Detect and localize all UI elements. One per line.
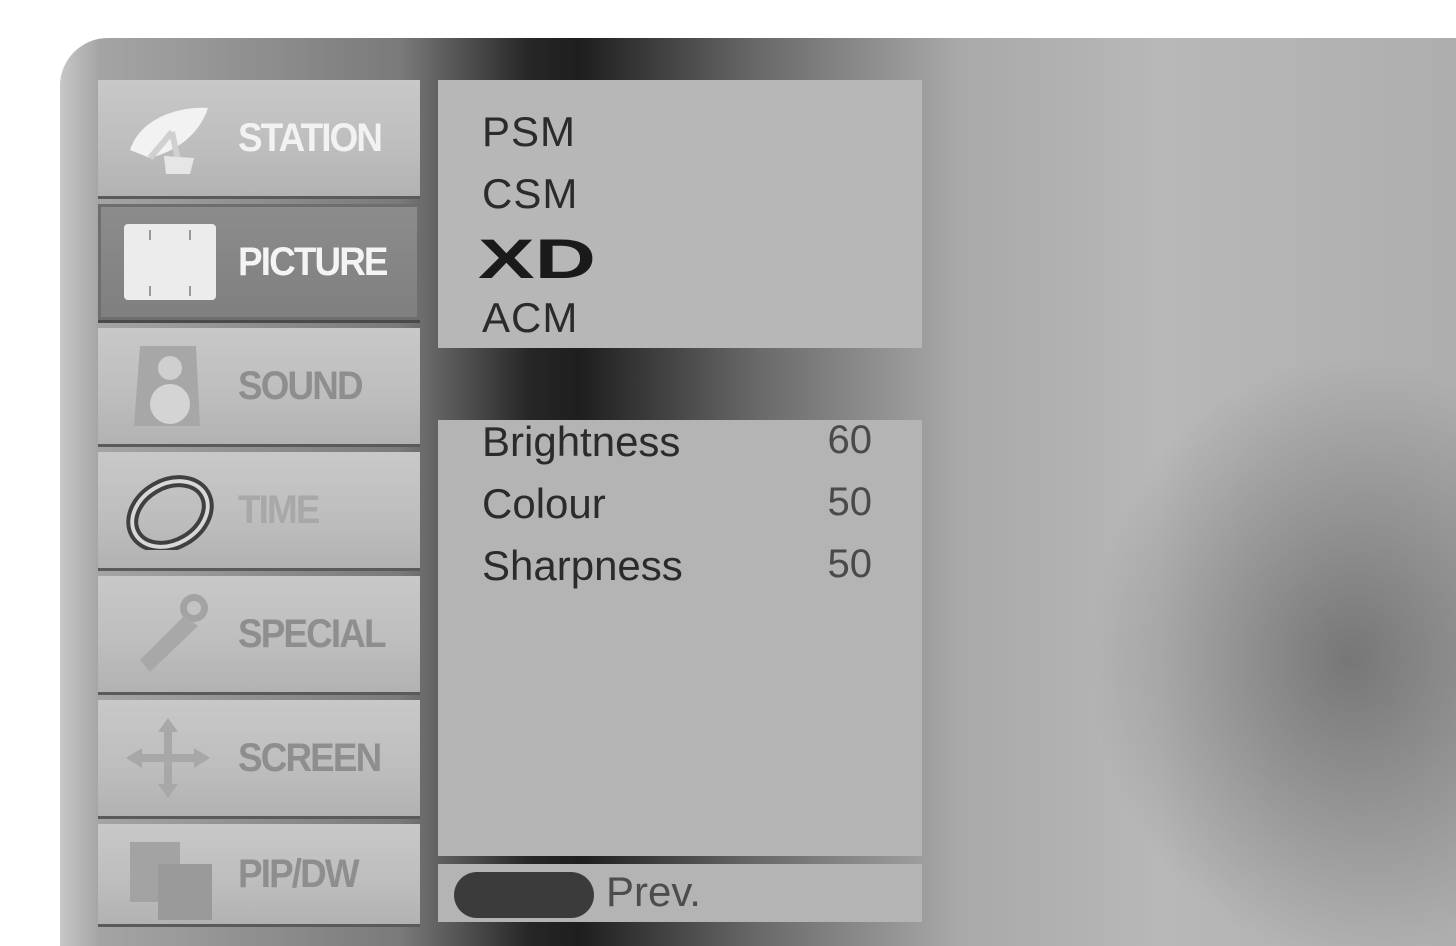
adjust-value: 50 [827,480,873,524]
clock-ring-icon [126,475,214,550]
satellite-dish-icon [130,107,208,174]
sidebar-item-picture[interactable]: PICTURE [98,204,420,320]
adjust-label: Sharpness [482,542,683,589]
adjust-label: Colour [482,480,606,527]
menu-option-csm[interactable]: CSM [482,170,578,218]
sidebar-item-label: SCREEN [238,736,382,780]
menu-option-xd[interactable]: XD [478,234,598,284]
pip-windows-icon [130,842,212,920]
sidebar-item-pip-dw[interactable]: PIP/DW [98,824,420,924]
sidebar-item-special[interactable]: SPECIAL [98,576,420,692]
move-arrows-icon [126,718,210,798]
tv-osd-menu: STATION PICTURE SOUND TIME SPECIAL SCREE… [60,38,1456,946]
adjust-label: Brightness [482,418,681,465]
sidebar-item-label: SOUND [238,364,364,408]
prev-label: Prev. [606,868,701,915]
menu-option-acm[interactable]: ACM [482,294,578,342]
adjust-value: 50 [827,542,873,586]
key-icon [140,594,208,672]
xd-logo-text: XD [478,234,596,284]
sidebar-item-label: SPECIAL [238,612,386,656]
adjust-row-sharpness[interactable]: Sharpness 50 [482,542,882,598]
sidebar-item-station[interactable]: STATION [98,80,420,196]
picture-submenu: PSM CSM XD ACM [438,80,922,348]
speaker-icon [134,346,200,426]
prev-button-icon[interactable] [454,872,594,918]
osd-frame-highlight [60,38,100,946]
adjust-value: 60 [827,418,873,462]
footer-bar: Prev. [438,864,922,922]
sidebar-item-sound[interactable]: SOUND [98,328,420,444]
menu-option-psm[interactable]: PSM [482,108,576,156]
sidebar-item-label: TIME [238,488,320,532]
sidebar-item-label: STATION [238,116,383,160]
adjustment-panel: Brightness 60 Colour 50 Sharpness 50 [438,418,922,856]
adjust-row-colour[interactable]: Colour 50 [482,480,882,536]
sidebar-item-label: PICTURE [238,240,388,284]
sidebar-item-label: PIP/DW [238,852,360,896]
tv-screen-icon [124,224,216,300]
sidebar-item-screen[interactable]: SCREEN [98,700,420,816]
sidebar-item-time[interactable]: TIME [98,452,420,568]
adjust-row-brightness[interactable]: Brightness 60 [482,418,882,474]
